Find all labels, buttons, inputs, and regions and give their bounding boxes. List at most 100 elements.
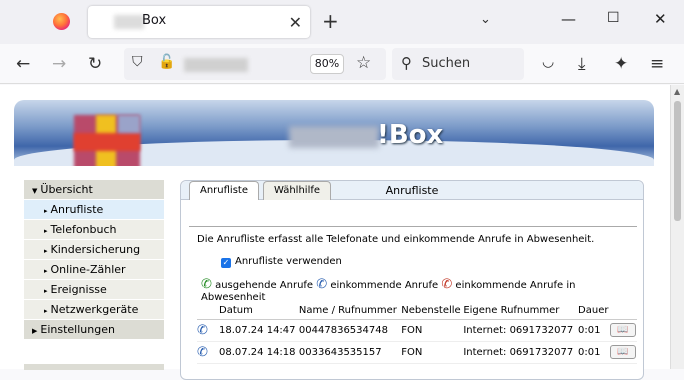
firefox-icon[interactable]: [53, 13, 70, 30]
column-header[interactable]: Datum: [219, 303, 299, 320]
back-icon[interactable]: ←: [16, 54, 30, 74]
bullet-triangle-icon: ▸: [44, 307, 48, 315]
checkbox-checked-icon[interactable]: ✓: [221, 258, 231, 268]
table-header: Datum Name / Rufnummer Nebenstelle Eigen…: [197, 303, 637, 320]
type-column: [197, 303, 219, 320]
incoming-call-icon: ✆: [197, 319, 219, 342]
menu-label: Ereignisse: [50, 283, 107, 296]
tab-waehlhilfe[interactable]: Wählhilfe: [263, 181, 331, 200]
menu-label: Online-Zähler: [50, 263, 126, 276]
incoming-call-icon: ✆: [197, 341, 219, 364]
bullet-triangle-icon: ▸: [44, 287, 48, 295]
header-banner: !Box: [14, 100, 654, 166]
extensions-icon[interactable]: ✦: [614, 54, 628, 74]
tab-divider: [189, 226, 637, 227]
menu-icon[interactable]: ≡: [650, 54, 664, 74]
call-number: 00447836534748: [298, 319, 402, 342]
scrollbar[interactable]: ▲: [670, 85, 684, 369]
new-tab-button[interactable]: +: [322, 9, 339, 33]
downloads-icon[interactable]: ⤓: [578, 54, 586, 74]
description-text: Die Anrufliste erfasst alle Telefonate u…: [197, 234, 595, 245]
bookmark-star-icon[interactable]: ☆: [356, 53, 371, 73]
legend-incoming: einkommende Anrufe: [330, 280, 439, 291]
menu-label: Netzwerkgeräte: [50, 303, 139, 316]
call-list-panel: Anrufliste Anrufliste Wählhilfe Die Anru…: [180, 180, 644, 380]
scroll-up-icon[interactable]: ▲: [674, 87, 680, 96]
table-row: ✆ 08.07.24 14:18 0033643535157 FON Inter…: [197, 341, 637, 364]
list-tabs-chevron-icon[interactable]: ⌄: [480, 12, 491, 27]
tab-title: Box: [142, 13, 167, 28]
collapsed-triangle-icon: ▶: [32, 327, 38, 335]
menu-item-ereignisse[interactable]: ▸ Ereignisse: [24, 280, 164, 300]
search-box[interactable]: ⚲ Suchen: [392, 48, 524, 80]
tab-bar: Box ✕ + ⌄ — ☐ ✕: [0, 0, 684, 44]
search-placeholder: Suchen: [422, 56, 471, 71]
expanded-triangle-icon: ▼: [32, 187, 38, 195]
logo: [74, 115, 140, 166]
table-row: ✆ 18.07.24 14:47 00447836534748 FON Inte…: [197, 319, 637, 342]
legend-outgoing: ausgehende Anrufe: [215, 280, 314, 291]
call-extension: FON: [401, 319, 464, 342]
product-name: !Box: [377, 120, 444, 150]
call-type-legend: ✆ ausgehende Anrufe ✆ einkommende Anrufe…: [201, 277, 643, 303]
search-icon: ⚲: [401, 54, 412, 72]
close-window-icon[interactable]: ✕: [654, 10, 667, 28]
bullet-triangle-icon: ▸: [44, 247, 48, 255]
call-extension: FON: [401, 341, 464, 364]
column-header[interactable]: Nebenstelle: [401, 303, 464, 320]
phonebook-icon[interactable]: 📖: [609, 323, 636, 337]
menu-label: Übersicht: [40, 183, 93, 196]
call-table: Datum Name / Rufnummer Nebenstelle Eigen…: [197, 303, 637, 364]
column-header[interactable]: Dauer: [578, 303, 610, 320]
bullet-triangle-icon: ▸: [44, 227, 48, 235]
call-date: 18.07.24 14:47: [219, 319, 299, 342]
menu-item-anrufliste[interactable]: ▸ Anrufliste: [24, 200, 164, 220]
menu-label: Einstellungen: [40, 323, 115, 336]
minimize-icon[interactable]: —: [561, 10, 576, 28]
own-number: Internet: 0691732077: [463, 319, 579, 342]
call-date: 08.07.24 14:18: [219, 341, 299, 364]
call-duration: 0:01: [578, 341, 610, 364]
redacted-product-name: [289, 126, 379, 148]
bullet-triangle-icon: ▸: [44, 267, 48, 275]
tab-anrufliste[interactable]: Anrufliste: [189, 181, 259, 200]
missed-call-icon: ✆: [441, 277, 453, 292]
scrollbar-thumb[interactable]: [674, 101, 681, 221]
forward-icon[interactable]: →: [52, 54, 66, 74]
use-call-list-checkbox[interactable]: ✓ Anrufliste verwenden: [221, 256, 342, 268]
menu-item-uebersicht[interactable]: ▼ Übersicht: [24, 180, 164, 200]
maximize-icon[interactable]: ☐: [607, 10, 620, 26]
menu-label: Telefonbuch: [50, 223, 117, 236]
menu-label: Anrufliste: [50, 203, 104, 216]
shield-icon[interactable]: ⛉: [132, 54, 143, 70]
menu-item-kindersicherung[interactable]: ▸ Kindersicherung: [24, 240, 164, 260]
call-number: 0033643535157: [298, 341, 402, 364]
column-header[interactable]: Eigene Rufnummer: [463, 303, 579, 320]
pocket-icon[interactable]: ◡: [542, 54, 554, 70]
insecure-lock-icon[interactable]: 🔓: [158, 54, 175, 70]
nav-bar: ← → ↻ ⛉ 🔓 80% ☆ ⚲ Suchen ◡ ⤓ ✦ ≡: [0, 44, 684, 84]
action-column: [609, 303, 637, 320]
menu-item-online-zaehler[interactable]: ▸ Online-Zähler: [24, 260, 164, 280]
redacted-text: [114, 15, 144, 29]
menu-label: Kindersicherung: [50, 243, 141, 256]
outgoing-call-icon: ✆: [201, 277, 212, 292]
sidebar-menu-next: [24, 364, 164, 370]
zoom-indicator[interactable]: 80%: [310, 54, 344, 74]
incoming-call-icon: ✆: [316, 277, 328, 292]
url-bar[interactable]: ⛉ 🔓 80% ☆: [124, 48, 386, 80]
checkbox-label: Anrufliste verwenden: [235, 256, 342, 267]
column-header[interactable]: Name / Rufnummer: [298, 303, 402, 320]
reload-icon[interactable]: ↻: [88, 54, 102, 74]
own-number: Internet: 0691732077: [463, 341, 579, 364]
bullet-triangle-icon: ▸: [44, 207, 48, 215]
browser-tab[interactable]: Box ✕: [88, 6, 310, 38]
sidebar-menu: ▼ Übersicht ▸ Anrufliste ▸ Telefonbuch ▸ Kin…: [24, 180, 164, 340]
menu-item-netzwerkgeraete[interactable]: ▸ Netzwerkgeräte: [24, 300, 164, 320]
call-duration: 0:01: [578, 319, 610, 342]
redacted-url: [184, 58, 248, 72]
phonebook-icon[interactable]: 📖: [609, 345, 636, 359]
menu-item-einstellungen[interactable]: ▶ Einstellungen: [24, 320, 164, 340]
menu-item-telefonbuch[interactable]: ▸ Telefonbuch: [24, 220, 164, 240]
close-tab-icon[interactable]: ✕: [289, 13, 302, 32]
